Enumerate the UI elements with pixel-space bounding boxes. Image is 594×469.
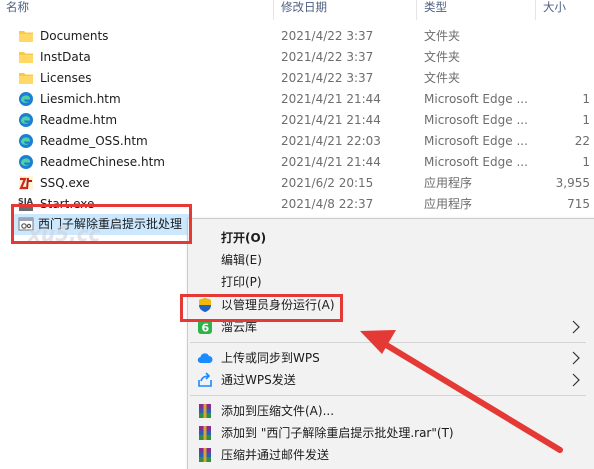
- annotation-arrow-icon: [360, 330, 563, 453]
